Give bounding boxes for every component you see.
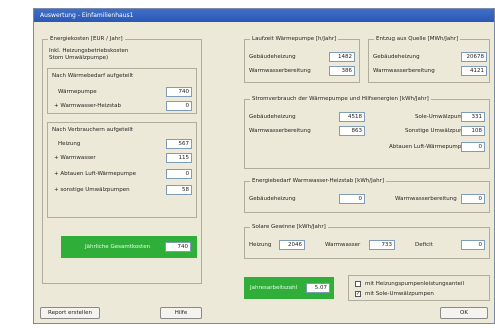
brine-pumps-checkbox[interactable]: ✓ [355, 291, 361, 297]
runtime-heating-value: 1482 [329, 52, 355, 62]
evaluation-window: Auswertung - Einfamilienhaus1 Energiekos… [33, 8, 495, 324]
extraction-heating-value: 20678 [461, 52, 487, 62]
options-group: mit Heizungspumpenleistungsanteil ✓ mit … [348, 275, 490, 301]
brine-pumps-label: mit Sole-Umwälzpumpen [365, 291, 434, 297]
energy-costs-subtitle-2: Stom Umwälzpumpe) [49, 55, 109, 61]
consumption-hot-water-label: Warmwasserbereitung [249, 128, 311, 134]
hot-water-cost: 115 [166, 153, 192, 163]
source-extraction-title: Entzug aus Quelle [MWh/Jahr] [374, 36, 461, 42]
annual-factor-panel: Jahresarbeitszahl 5.07 [244, 277, 334, 299]
heating-label: Heizung [58, 141, 81, 147]
defrost-cost: 0 [166, 169, 192, 179]
total-costs-label: Jährliche Gesamtkosten [85, 244, 151, 250]
runtime-title: Laufzeit Wärmepumpe [h/Jahr] [250, 36, 339, 42]
heating-rod-label: + Warmwasser-Heizstab [54, 103, 122, 109]
heating-cost: 567 [166, 139, 192, 149]
window-title: Auswertung - Einfamilienhaus1 [34, 9, 494, 22]
power-consumption-title: Stromverbrauch der Wärmepumpe und Hilfse… [250, 96, 431, 102]
solar-gains-group: Solare Gewinne [kWh/Jahr] Heizung 2046 W… [244, 224, 490, 259]
solar-heating-label: Heizung [249, 242, 272, 248]
heating-pump-share-checkbox[interactable] [355, 281, 361, 287]
consumption-heating-label: Gebäudeheizung [249, 114, 296, 120]
hot-water-label: + Warmwasser [54, 155, 96, 161]
runtime-group: Laufzeit Wärmepumpe [h/Jahr] Gebäudeheiz… [244, 36, 360, 83]
rod-hot-water-label: Warmwasserbereitung [395, 196, 457, 202]
report-button[interactable]: Report erstellen [40, 307, 100, 319]
total-costs-value: 740 [165, 242, 191, 252]
rod-heating-label: Gebäudeheizung [249, 196, 296, 202]
heat-pump-label: Wärmepumpe [58, 89, 97, 95]
defrost-consumption-label: Abtauen Luft-Wärmepumpe [389, 144, 465, 150]
extraction-hot-water-value: 4121 [461, 66, 487, 76]
heating-rod-energy-title: Energiebedarf Warmwasser-Heizstab [kWh/J… [250, 178, 387, 184]
annual-factor-label: Jahresarbeitszahl [250, 285, 298, 291]
by-demand-group: Nach Wärmebedarf aufgeteilt Wärmepumpe 7… [47, 68, 197, 114]
annual-factor-value: 5.07 [306, 283, 330, 293]
total-costs-panel: Jährliche Gesamtkosten 740 [61, 236, 197, 258]
heating-pump-share-label: mit Heizungspumpenleistungsanteil [365, 281, 464, 287]
solar-gains-title: Solare Gewinne [kWh/Jahr] [250, 224, 328, 230]
heating-rod-cost: 0 [166, 101, 192, 111]
defrost-label: + Abtauen Luft-Wärmepumpe [54, 171, 137, 177]
runtime-hot-water-label: Warmwasserbereitung [249, 68, 311, 74]
power-consumption-group: Stromverbrauch der Wärmepumpe und Hilfse… [244, 96, 490, 169]
solar-deficit-value: 0 [461, 240, 485, 250]
extraction-hot-water-label: Warmwasserbereitung [373, 68, 435, 74]
energy-costs-subtitle-1: Inkl. Heizungsbetriebskosten [49, 48, 129, 54]
heat-pump-cost: 740 [166, 87, 192, 97]
source-extraction-group: Entzug aus Quelle [MWh/Jahr] Gebäudeheiz… [368, 36, 490, 83]
solar-hot-water-label: Warmwasser [325, 242, 361, 248]
consumption-hot-water-value: 863 [339, 126, 365, 136]
other-pumps-label: + sonstige Umwälzpumpen [54, 187, 130, 193]
solar-heating-value: 2046 [279, 240, 305, 250]
runtime-heating-label: Gebäudeheizung [249, 54, 296, 60]
heating-rod-energy-group: Energiebedarf Warmwasser-Heizstab [kWh/J… [244, 178, 490, 213]
extraction-heating-label: Gebäudeheizung [373, 54, 420, 60]
other-pumps-cost: 58 [166, 185, 192, 195]
by-consumer-title: Nach Verbrauchern aufgeteilt [52, 127, 134, 133]
other-pumps-consumption-value: 108 [461, 126, 485, 136]
runtime-hot-water-value: 386 [329, 66, 355, 76]
consumption-heating-value: 4518 [339, 112, 365, 122]
defrost-consumption-value: 0 [461, 142, 485, 152]
by-consumer-group: Nach Verbrauchern aufgeteilt Heizung 567… [47, 122, 197, 218]
solar-hot-water-value: 733 [369, 240, 395, 250]
rod-hot-water-value: 0 [461, 194, 485, 204]
rod-heating-value: 0 [339, 194, 365, 204]
solar-deficit-label: Deficit [415, 242, 433, 248]
brine-pump-value: 331 [461, 112, 485, 122]
energy-costs-title: Energiekosten [EUR / Jahr] [48, 36, 125, 42]
help-button[interactable]: Hilfe [160, 307, 202, 319]
energy-costs-group: Energiekosten [EUR / Jahr] Inkl. Heizung… [42, 36, 202, 284]
ok-button[interactable]: OK [440, 307, 488, 319]
by-demand-title: Nach Wärmebedarf aufgeteilt [52, 73, 134, 79]
